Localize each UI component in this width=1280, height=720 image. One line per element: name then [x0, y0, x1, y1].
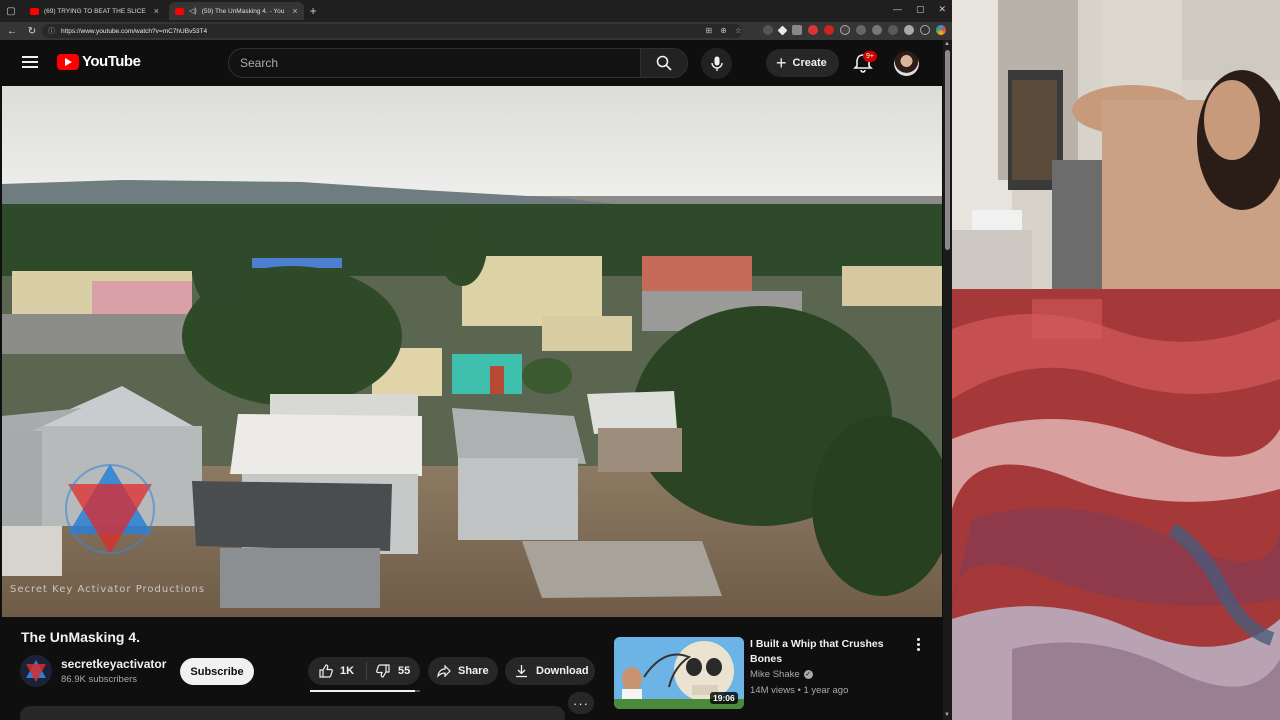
youtube-favicon-icon: [175, 7, 185, 15]
notification-badge: 9+: [863, 51, 877, 62]
subscribe-button[interactable]: Subscribe: [180, 658, 254, 685]
youtube-favicon-icon: [30, 7, 39, 15]
url-text: https://www.youtube.com/watch?v=mC7hUBv5…: [61, 27, 208, 35]
bookmark-star-icon[interactable]: ☆: [735, 26, 742, 35]
tab-title: (59) The UnMasking 4. - You: [201, 7, 285, 15]
minimize-icon[interactable]: —: [893, 4, 902, 15]
recommendation-title[interactable]: I Built a Whip that Crushes Bones: [750, 637, 900, 667]
video-frame-image: [2, 86, 942, 617]
thumbs-up-icon: [319, 664, 333, 678]
sidebar-icon[interactable]: [920, 25, 930, 35]
share-button[interactable]: Share: [428, 657, 498, 685]
scroll-down-icon[interactable]: ▼: [944, 712, 950, 718]
tab-beat-the-slice[interactable]: (69) TRYING TO BEAT THE SLICE ×: [24, 2, 165, 20]
create-label: Create: [792, 57, 827, 69]
youtube-masthead: YouTube + Create 9+: [0, 40, 944, 86]
share-label: Share: [458, 665, 489, 677]
video-duration: 19:06: [710, 692, 738, 704]
download-button[interactable]: Download: [505, 657, 595, 685]
more-actions-button[interactable]: ···: [568, 692, 594, 714]
extensions-puzzle-icon[interactable]: [856, 25, 866, 35]
back-icon[interactable]: ←: [4, 26, 20, 37]
profile-icon[interactable]: [904, 25, 914, 35]
extension-icon[interactable]: [824, 25, 834, 35]
zoom-icon[interactable]: ⊕: [720, 26, 727, 35]
channel-logo-icon: [26, 660, 46, 682]
scroll-up-icon[interactable]: ▲: [944, 41, 950, 47]
close-tab-icon[interactable]: ×: [292, 6, 297, 16]
download-label: Download: [536, 665, 589, 677]
close-tab-icon[interactable]: ×: [154, 6, 159, 16]
search-icon: [656, 55, 672, 71]
recommendation-menu-icon[interactable]: [912, 638, 924, 654]
page-scrollbar[interactable]: ▲ ▼: [943, 40, 952, 720]
screen: ▢ (69) TRYING TO BEAT THE SLICE × ◁) (59…: [0, 0, 1280, 720]
extension-icon[interactable]: [777, 25, 788, 35]
tab-bar: ▢ (69) TRYING TO BEAT THE SLICE × ◁) (59…: [0, 0, 952, 22]
download-icon: [516, 665, 527, 678]
voice-search-button[interactable]: [701, 48, 732, 79]
address-bar: ← ↻ ⓘ https://www.youtube.com/watch?v=mC…: [0, 22, 952, 40]
reload-icon[interactable]: ↻: [24, 26, 40, 37]
site-info-icon[interactable]: ⓘ: [48, 26, 55, 36]
youtube-logo[interactable]: YouTube: [57, 53, 141, 70]
search-bar: [228, 48, 688, 78]
speaker-icon[interactable]: ◁): [189, 7, 197, 15]
plus-icon: +: [776, 53, 787, 73]
webcam-image: [952, 0, 1280, 289]
url-field[interactable]: ⓘ https://www.youtube.com/watch?v=mC7hUB…: [42, 24, 742, 38]
gameplay-feed: [952, 289, 1280, 720]
search-input[interactable]: [228, 48, 640, 78]
recommendation-channel[interactable]: Mike Shake ✓: [750, 669, 813, 680]
video-player[interactable]: Secret Key Activator Productions: [2, 86, 942, 617]
menu-dots-icon[interactable]: [888, 25, 898, 35]
copilot-icon[interactable]: [936, 25, 946, 35]
extensions-area: [763, 25, 946, 35]
recommendation-meta: 14M views • 1 year ago: [750, 685, 849, 696]
url-tools: ⊞ ⊕ ☆: [705, 26, 742, 35]
tab-title: (69) TRYING TO BEAT THE SLICE: [44, 7, 146, 15]
webcam-feed: [952, 0, 1280, 289]
description-box[interactable]: [20, 706, 565, 720]
create-button[interactable]: + Create: [766, 49, 839, 77]
search-button[interactable]: [640, 48, 688, 78]
scroll-thumb[interactable]: [945, 50, 950, 250]
extension-icon[interactable]: [840, 25, 850, 35]
translate-icon[interactable]: ⊞: [705, 26, 712, 35]
account-avatar[interactable]: [894, 51, 919, 76]
subscriber-count: 86.9K subscribers: [61, 674, 138, 685]
browser-window: ▢ (69) TRYING TO BEAT THE SLICE × ◁) (59…: [0, 0, 952, 720]
tab-unmasking[interactable]: ◁) (59) The UnMasking 4. - You ×: [169, 2, 304, 20]
logo-text: YouTube: [82, 53, 141, 70]
maximize-icon[interactable]: ▢: [916, 4, 925, 15]
like-button[interactable]: 1K: [308, 664, 366, 678]
dislike-count: 55: [398, 665, 411, 677]
youtube-play-icon: [57, 53, 79, 70]
downloads-icon[interactable]: [872, 25, 882, 35]
extension-icon[interactable]: [792, 25, 802, 35]
window-controls: — ▢ ✕: [893, 4, 946, 15]
video-title: The UnMasking 4.: [21, 629, 141, 645]
microphone-icon: [710, 56, 723, 71]
like-count: 1K: [340, 665, 355, 677]
gameplay-image: [952, 289, 1280, 720]
menu-icon[interactable]: [22, 56, 38, 68]
like-ratio-bar: [310, 690, 420, 692]
close-window-icon[interactable]: ✕: [938, 4, 946, 15]
extension-icon[interactable]: [808, 25, 818, 35]
dislike-button[interactable]: 55: [366, 662, 410, 680]
extension-icon[interactable]: [763, 25, 773, 35]
channel-avatar[interactable]: [20, 655, 52, 687]
like-dislike-group: 1K 55: [308, 657, 420, 685]
thumbs-down-icon: [376, 664, 390, 678]
share-arrow-icon: [437, 664, 451, 678]
new-tab-icon[interactable]: +: [310, 4, 317, 18]
tab-search-icon[interactable]: ▢: [2, 2, 20, 20]
video-watermark: Secret Key Activator Productions: [10, 584, 206, 595]
recommendation-channel-name: Mike Shake: [750, 669, 800, 680]
verified-check-icon: ✓: [803, 670, 813, 679]
channel-name[interactable]: secretkeyactivator: [61, 657, 166, 671]
